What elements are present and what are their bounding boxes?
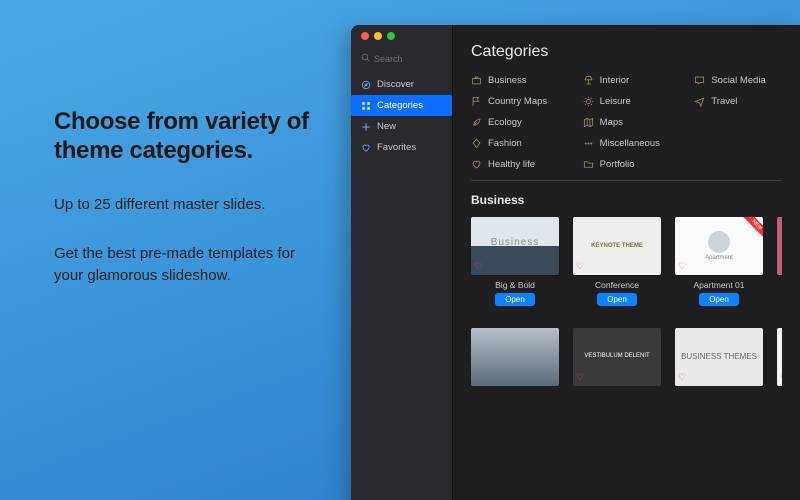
category-item-portfolio[interactable]: Portfolio <box>583 157 671 172</box>
template-card[interactable]: NEW♡ <box>777 328 782 386</box>
category-item-travel[interactable]: Travel <box>694 94 782 109</box>
sidebar-item-label: Favorites <box>377 142 416 153</box>
diamond-icon <box>471 138 482 149</box>
category-label: Maps <box>600 117 623 128</box>
template-card[interactable]: VESTIBULUM DELENIT♡ <box>573 328 661 386</box>
sidebar-item-new[interactable]: New <box>351 116 452 137</box>
heart-icon <box>471 159 482 170</box>
open-button[interactable]: Open <box>597 293 637 306</box>
category-label: Social Media <box>711 75 765 86</box>
sidebar-item-label: Discover <box>377 79 414 90</box>
plus-icon <box>361 122 371 132</box>
dots-icon <box>583 138 594 149</box>
category-item-ecology[interactable]: Ecology <box>471 115 559 130</box>
template-card[interactable]: ApartmentNEW♡Apartment 01Open <box>675 217 763 306</box>
window-traffic-lights <box>361 32 395 40</box>
template-name: Big & Bold <box>495 280 535 290</box>
category-item-country-maps[interactable]: Country Maps <box>471 94 559 109</box>
sun-icon <box>583 96 594 107</box>
category-label: Ecology <box>488 117 522 128</box>
folder-icon <box>583 159 594 170</box>
template-thumbnail: ApartmentNEW♡ <box>675 217 763 275</box>
template-thumbnail: BUSINESS THEMES♡ <box>675 328 763 386</box>
category-label: Leisure <box>600 96 631 107</box>
compass-icon <box>361 80 371 90</box>
sidebar-item-favorites[interactable]: Favorites <box>351 137 452 158</box>
main-panel: Categories Business Interior Social Media C… <box>453 25 800 500</box>
category-item-healthy-life[interactable]: Healthy life <box>471 157 559 172</box>
template-card[interactable]: ♡ <box>471 328 559 386</box>
marketing-copy: Choose from variety of theme categories.… <box>54 108 314 287</box>
heart-icon[interactable]: ♡ <box>678 261 686 272</box>
category-label: Travel <box>711 96 737 107</box>
heart-icon[interactable]: ♡ <box>474 372 482 383</box>
template-thumbnail: ♡ <box>573 217 661 275</box>
template-card[interactable]: ♡ Conference Open <box>573 217 661 306</box>
search-icon <box>361 53 370 64</box>
sidebar-item-categories[interactable]: Categories <box>351 95 452 116</box>
marketing-sub-1: Up to 25 different master slides. <box>54 194 314 216</box>
template-name: Conference <box>595 280 639 290</box>
briefcase-icon <box>471 75 482 86</box>
search-field[interactable] <box>351 49 452 68</box>
category-item-maps[interactable]: Maps <box>583 115 671 130</box>
map-icon <box>583 117 594 128</box>
grid-icon <box>361 101 371 111</box>
category-item-social-media[interactable]: Social Media <box>694 73 782 88</box>
open-button[interactable]: Open <box>495 293 535 306</box>
category-label: Country Maps <box>488 96 547 107</box>
close-icon[interactable] <box>361 32 369 40</box>
plane-icon <box>694 96 705 107</box>
template-thumbnail: SWONEW♡ <box>777 217 782 275</box>
template-card[interactable]: BUSINESS THEMES♡ <box>675 328 763 386</box>
flag-icon <box>471 96 482 107</box>
sidebar-item-discover[interactable]: Discover <box>351 74 452 95</box>
marketing-headline: Choose from variety of theme categories. <box>54 108 314 166</box>
category-item-miscellaneous[interactable]: Miscellaneous <box>583 136 671 151</box>
category-item-fashion[interactable]: Fashion <box>471 136 559 151</box>
category-item-interior[interactable]: Interior <box>583 73 671 88</box>
template-card[interactable]: ♡ Big & Bold Open <box>471 217 559 306</box>
heart-icon[interactable]: ♡ <box>780 372 782 383</box>
badge: NEW <box>740 217 763 242</box>
category-label: Interior <box>600 75 630 86</box>
category-item-leisure[interactable]: Leisure <box>583 94 671 109</box>
category-label: Miscellaneous <box>600 138 660 149</box>
heart-icon[interactable]: ♡ <box>474 261 482 272</box>
heart-icon[interactable]: ♡ <box>678 372 686 383</box>
marketing-sub-2: Get the best pre-made templates for your… <box>54 243 314 287</box>
lamp-icon <box>583 75 594 86</box>
heart-icon <box>361 143 371 153</box>
category-label: Fashion <box>488 138 522 149</box>
template-name: Apartment 01 <box>693 280 744 290</box>
sidebar-item-label: New <box>377 121 396 132</box>
fullscreen-icon[interactable] <box>387 32 395 40</box>
sidebar: Discover Categories New Favorites <box>351 25 453 500</box>
open-button[interactable]: Open <box>699 293 739 306</box>
template-card[interactable]: SWONEW♡ <box>777 217 782 306</box>
divider <box>471 180 782 181</box>
category-label: Healthy life <box>488 159 535 170</box>
template-thumbnail: NEW♡ <box>777 328 782 386</box>
leaf-icon <box>471 117 482 128</box>
category-item-business[interactable]: Business <box>471 73 559 88</box>
heart-icon[interactable]: ♡ <box>780 261 782 272</box>
template-thumbnail: ♡ <box>471 217 559 275</box>
heart-icon[interactable]: ♡ <box>576 372 584 383</box>
category-label: Business <box>488 75 527 86</box>
template-thumbnail: VESTIBULUM DELENIT♡ <box>573 328 661 386</box>
minimize-icon[interactable] <box>374 32 382 40</box>
category-label: Portfolio <box>600 159 635 170</box>
heart-icon[interactable]: ♡ <box>576 261 584 272</box>
section-title: Business <box>471 193 782 207</box>
chat-icon <box>694 75 705 86</box>
page-title: Categories <box>471 43 782 61</box>
app-window: Discover Categories New Favorites Categorie… <box>351 25 800 500</box>
template-thumbnail: ♡ <box>471 328 559 386</box>
sidebar-item-label: Categories <box>377 100 423 111</box>
